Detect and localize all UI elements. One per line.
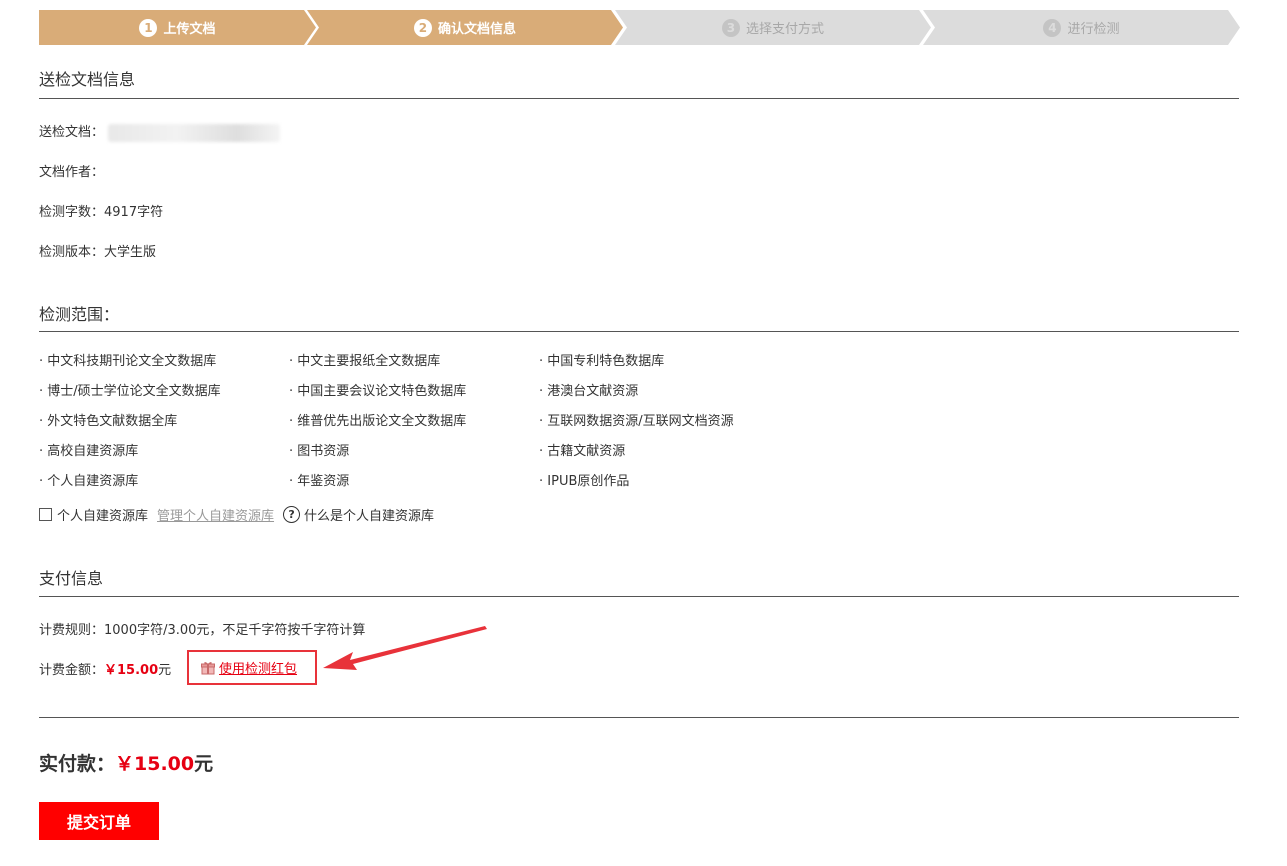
gift-icon — [201, 661, 215, 674]
scope-item: · 高校自建资源库 — [39, 444, 139, 459]
step-label-confirm: 确认文档信息 — [437, 22, 516, 37]
step-confirm: 2 确认文档信息 — [307, 10, 623, 45]
scope-item: · 中国主要会议论文特色数据库 — [289, 384, 467, 399]
question-circle-icon[interactable]: ? — [283, 506, 301, 523]
payment-title: 支付信息 — [39, 569, 104, 588]
step-number-1: 1 — [139, 19, 157, 37]
personal-library-checkbox-label[interactable]: 个人自建资源库 — [57, 505, 148, 524]
scope-item: · 中国专利特色数据库 — [539, 354, 665, 369]
scope-item: · 个人自建资源库 — [39, 474, 139, 489]
billing-amount-label: 计费金额： — [39, 663, 105, 678]
total-amount: 实付款：￥15.00元 — [39, 749, 213, 776]
scope-item: · 外文特色文献数据全库 — [39, 414, 178, 429]
billing-amount: 计费金额：￥15.00元 — [39, 659, 171, 678]
scope-item: · 年鉴资源 — [289, 474, 350, 489]
doc-name-label: 送检文档： — [39, 125, 105, 140]
personal-library-row: 个人自建资源库 管理个人自建资源库 ? 什么是个人自建资源库 — [39, 505, 434, 524]
scope-item: · 互联网数据资源/互联网文档资源 — [539, 414, 734, 429]
manage-personal-library-link[interactable]: 管理个人自建资源库 — [157, 505, 274, 524]
personal-library-checkbox[interactable] — [39, 508, 52, 521]
redacted-doc-name — [108, 123, 281, 142]
submit-order-button[interactable]: 提交订单 — [39, 802, 159, 840]
step-number-3: 3 — [722, 19, 740, 37]
total-divider — [39, 717, 1239, 718]
page: 1 上传文档 2 确认文档信息 3 选择支付方式 4 进行检测 送检文档信息 送… — [0, 0, 1287, 866]
step-check: 4 进行检测 — [923, 10, 1240, 45]
total-value: ￥15.00 — [115, 753, 195, 775]
step-payment-method: 3 选择支付方式 — [615, 10, 931, 45]
step-number-2: 2 — [414, 19, 432, 37]
doc-info-title: 送检文档信息 — [39, 70, 136, 89]
payment-divider — [39, 596, 1239, 597]
scope-item: · 维普优先出版论文全文数据库 — [289, 414, 467, 429]
doc-info-divider — [39, 98, 1239, 99]
personal-library-help-link[interactable]: 什么是个人自建资源库 — [304, 505, 434, 524]
step-upload: 1 上传文档 — [39, 10, 316, 45]
scope-item: · 古籍文献资源 — [539, 444, 626, 459]
total-label: 实付款： — [39, 753, 116, 775]
scope-item: · 图书资源 — [289, 444, 350, 459]
billing-amount-unit: 元 — [158, 663, 172, 678]
use-coupon-link[interactable]: 使用检测红包 — [219, 658, 297, 677]
total-unit: 元 — [194, 753, 214, 775]
step-label-check: 进行检测 — [1067, 22, 1120, 37]
scope-title: 检测范围： — [39, 305, 120, 324]
version-text: 检测版本：大学生版 — [39, 245, 157, 260]
billing-amount-value: ￥15.00 — [104, 663, 159, 678]
step-label-upload: 上传文档 — [163, 22, 216, 37]
coupon-highlight-box: 使用检测红包 — [187, 650, 317, 685]
word-count-text: 检测字数：4917字符 — [39, 205, 164, 220]
step-progress-bar: 1 上传文档 2 确认文档信息 3 选择支付方式 4 进行检测 — [39, 10, 1240, 45]
scope-divider — [39, 331, 1239, 332]
scope-item: · 中文科技期刊论文全文数据库 — [39, 354, 217, 369]
annotation-arrow — [323, 626, 487, 670]
scope-item: · 中文主要报纸全文数据库 — [289, 354, 441, 369]
step-label-payment-method: 选择支付方式 — [745, 22, 824, 37]
doc-name-field: 送检文档： — [39, 121, 281, 142]
scope-item: · IPUB原创作品 — [539, 474, 630, 489]
scope-item: · 博士/硕士学位论文全文数据库 — [39, 384, 221, 399]
scope-item: · 港澳台文献资源 — [539, 384, 639, 399]
doc-author-label: 文档作者： — [39, 165, 105, 180]
step-number-4: 4 — [1043, 19, 1061, 37]
